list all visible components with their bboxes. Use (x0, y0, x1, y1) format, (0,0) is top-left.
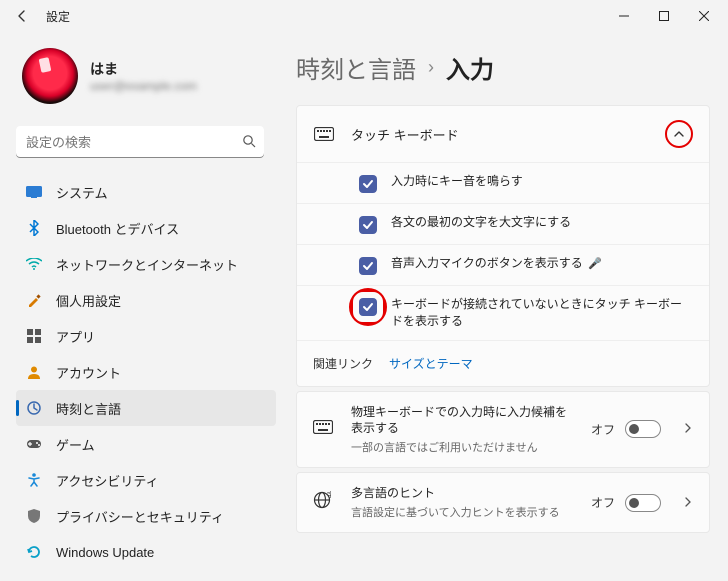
user-name: はま (90, 59, 197, 79)
sidebar-item-label: アクセシビリティ (56, 471, 159, 490)
game-icon (26, 436, 42, 452)
user-email: user@example.com (90, 79, 197, 93)
maximize-icon (659, 11, 669, 21)
touch-kb-option-0[interactable]: 入力時にキー音を鳴らす (297, 162, 709, 203)
checkmark-icon (362, 178, 374, 190)
row-title: 多言語のヒント (351, 485, 575, 502)
touch-kb-option-1[interactable]: 各文の最初の文字を大文字にする (297, 203, 709, 244)
sidebar-item-label: プライバシーとセキュリティ (56, 507, 224, 526)
keyboard-icon (313, 123, 335, 145)
sidebar-item-accessibility[interactable]: アクセシビリティ (16, 462, 276, 498)
breadcrumb: 時刻と言語 › 入力 (296, 50, 710, 85)
sidebar-item-time[interactable]: 時刻と言語 (16, 390, 276, 426)
sidebar-item-label: システム (56, 183, 108, 202)
touch-keyboard-title: タッチ キーボード (351, 125, 649, 144)
minimize-button[interactable] (604, 2, 644, 30)
apps-icon (26, 328, 42, 344)
option-label: キーボードが接続されていないときにタッチ キーボードを表示する (391, 296, 693, 330)
mic-icon: 🎤 (588, 258, 602, 270)
sidebar-item-label: 時刻と言語 (56, 399, 121, 418)
setting-row-0[interactable]: 物理キーボードでの入力時に入力候補を表示する一部の言語ではご利用いただけませんオ… (296, 391, 710, 469)
title-bar: 設定 (0, 0, 728, 32)
switch[interactable] (625, 420, 661, 438)
close-button[interactable] (684, 2, 724, 30)
minimize-icon (619, 11, 629, 21)
breadcrumb-parent[interactable]: 時刻と言語 (296, 50, 416, 85)
related-links: 関連リンク サイズとテーマ (297, 340, 709, 386)
network-icon (26, 256, 42, 272)
system-icon (26, 184, 42, 200)
touch-kb-option-3[interactable]: キーボードが接続されていないときにタッチ キーボードを表示する (297, 285, 709, 340)
option-label: 各文の最初の文字を大文字にする (391, 214, 571, 231)
checkbox[interactable] (359, 175, 377, 193)
window-title: 設定 (46, 8, 70, 25)
checkbox[interactable] (359, 298, 377, 316)
account-icon (26, 364, 42, 380)
sidebar-item-label: アカウント (56, 363, 121, 382)
time-icon (26, 400, 42, 416)
checkmark-icon (362, 301, 374, 313)
globe-icon: 字 (313, 491, 335, 514)
row-title: 物理キーボードでの入力時に入力候補を表示する (351, 404, 575, 438)
collapse-button[interactable] (665, 120, 693, 148)
touch-keyboard-card: タッチ キーボード 入力時にキー音を鳴らす各文の最初の文字を大文字にする音声入力… (296, 105, 710, 387)
close-icon (699, 11, 709, 21)
touch-kb-option-2[interactable]: 音声入力マイクのボタンを表示する 🎤 (297, 244, 709, 285)
size-theme-link[interactable]: サイズとテーマ (389, 355, 473, 372)
checkmark-icon (362, 219, 374, 231)
privacy-icon (26, 508, 42, 524)
breadcrumb-separator-icon: › (428, 57, 434, 78)
sidebar-item-label: Windows Update (56, 545, 154, 560)
sidebar-item-account[interactable]: アカウント (16, 354, 276, 390)
sidebar-item-label: ゲーム (56, 435, 95, 454)
switch[interactable] (625, 494, 661, 512)
chevron-up-icon (673, 128, 685, 140)
row-subtitle: 一部の言語ではご利用いただけません (351, 439, 575, 455)
toggle-label: オフ (591, 494, 615, 511)
personalize-icon (26, 292, 42, 308)
setting-row-1[interactable]: 字 多言語のヒント言語設定に基づいて入力ヒントを表示するオフ (296, 472, 710, 533)
sidebar-item-label: アプリ (56, 327, 95, 346)
update-icon (26, 544, 42, 560)
sidebar: はま user@example.com システム Bluetooth とデバイスネ… (0, 32, 284, 581)
sidebar-item-privacy[interactable]: プライバシーとセキュリティ (16, 498, 276, 534)
checkmark-icon (362, 260, 374, 272)
search-container (16, 126, 276, 158)
related-label: 関連リンク (313, 355, 373, 372)
keyboard-icon (313, 420, 335, 439)
main-panel: 時刻と言語 › 入力 タッチ キーボード 入力時にキー音を鳴らす各文の最初の文字… (284, 32, 728, 581)
page-title: 入力 (446, 50, 494, 85)
toggle-label: オフ (591, 421, 615, 438)
svg-text:字: 字 (327, 491, 331, 499)
search-input[interactable] (16, 126, 264, 158)
sidebar-item-label: Bluetooth とデバイス (56, 219, 179, 238)
toggle[interactable]: オフ (591, 420, 661, 438)
sidebar-item-update[interactable]: Windows Update (16, 534, 276, 570)
sidebar-item-label: ネットワークとインターネット (56, 255, 238, 274)
touch-keyboard-header[interactable]: タッチ キーボード (297, 106, 709, 162)
option-label: 入力時にキー音を鳴らす (391, 173, 523, 190)
accessibility-icon (26, 472, 42, 488)
checkbox[interactable] (359, 257, 377, 275)
sidebar-item-system[interactable]: システム (16, 174, 276, 210)
checkbox[interactable] (359, 216, 377, 234)
user-profile[interactable]: はま user@example.com (16, 44, 276, 108)
back-button[interactable] (12, 6, 32, 26)
chevron-right-icon (683, 420, 693, 438)
option-label: 音声入力マイクのボタンを表示する 🎤 (391, 255, 602, 272)
sidebar-item-network[interactable]: ネットワークとインターネット (16, 246, 276, 282)
toggle[interactable]: オフ (591, 494, 661, 512)
maximize-button[interactable] (644, 2, 684, 30)
sidebar-item-apps[interactable]: アプリ (16, 318, 276, 354)
arrow-left-icon (15, 9, 29, 23)
sidebar-item-bluetooth[interactable]: Bluetooth とデバイス (16, 210, 276, 246)
sidebar-item-label: 個人用設定 (56, 291, 121, 310)
avatar (22, 48, 78, 104)
sidebar-item-game[interactable]: ゲーム (16, 426, 276, 462)
sidebar-item-personalize[interactable]: 個人用設定 (16, 282, 276, 318)
row-subtitle: 言語設定に基づいて入力ヒントを表示する (351, 504, 575, 520)
bluetooth-icon (26, 220, 42, 236)
chevron-right-icon (683, 494, 693, 512)
nav: システム Bluetooth とデバイスネットワークとインターネット個人用設定アプ… (16, 174, 276, 573)
